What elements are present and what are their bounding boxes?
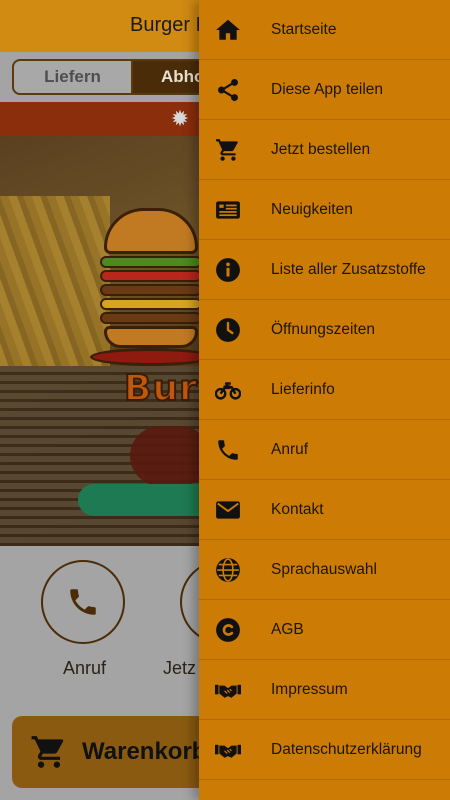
drawer-item-label: Impressum xyxy=(271,680,348,698)
drawer-item-opening-hours[interactable]: Öffnungszeiten xyxy=(199,300,450,360)
drawer-item-startseite[interactable]: Startseite xyxy=(199,0,450,60)
drawer-item-additives[interactable]: Liste aller Zusatzstoffe xyxy=(199,240,450,300)
phone-icon xyxy=(66,585,100,619)
envelope-icon xyxy=(215,497,241,523)
drawer-item-order-now[interactable]: Jetzt bestellen xyxy=(199,120,450,180)
burger-logo-icon xyxy=(90,198,212,368)
motorcycle-icon xyxy=(215,377,241,403)
drawer-item-label: Datenschutzerklärung xyxy=(271,740,422,758)
call-label: Anruf xyxy=(63,658,107,678)
navigation-drawer: Startseite Diese App teilen Jetzt bestel… xyxy=(199,0,450,800)
phone-icon xyxy=(215,437,241,463)
drawer-item-label: Jetzt bestellen xyxy=(271,140,371,158)
share-icon xyxy=(215,77,241,103)
drawer-item-call[interactable]: Anruf xyxy=(199,420,450,480)
delivery-tab[interactable]: Liefern xyxy=(12,59,133,95)
clock-icon xyxy=(215,317,241,343)
cart-label: Warenkorb xyxy=(82,738,207,765)
home-icon xyxy=(215,17,241,43)
info-icon xyxy=(215,257,241,283)
globe-icon xyxy=(215,557,241,583)
drawer-item-share[interactable]: Diese App teilen xyxy=(199,60,450,120)
drawer-item-agb[interactable]: AGB xyxy=(199,600,450,660)
drawer-item-label: Liste aller Zusatzstoffe xyxy=(271,260,426,278)
logo-text: Bur xyxy=(123,367,198,410)
drawer-item-imprint[interactable]: Impressum xyxy=(199,660,450,720)
drawer-item-contact[interactable]: Kontakt xyxy=(199,480,450,540)
drawer-item-language[interactable]: Sprachauswahl xyxy=(199,540,450,600)
drawer-item-privacy[interactable]: Datenschutzerklärung xyxy=(199,720,450,780)
news-icon xyxy=(215,197,241,223)
drawer-item-label: Sprachauswahl xyxy=(271,560,377,578)
drawer-item-delivery-info[interactable]: Lieferinfo xyxy=(199,360,450,420)
drawer-item-label: AGB xyxy=(271,620,304,638)
badge-icon: ✹ xyxy=(170,106,190,131)
drawer-item-label: Anruf xyxy=(271,440,309,458)
order-now-label: Jetz xyxy=(163,658,197,678)
drawer-item-label: Lieferinfo xyxy=(271,380,335,398)
handshake-icon xyxy=(215,677,241,703)
copyright-icon xyxy=(215,617,241,643)
drawer-item-news[interactable]: Neuigkeiten xyxy=(199,180,450,240)
fries-image xyxy=(0,196,110,366)
cart-icon xyxy=(30,733,68,771)
drawer-item-label: Diese App teilen xyxy=(271,80,384,98)
call-button[interactable] xyxy=(41,560,125,644)
app-title: Burger B xyxy=(130,14,209,36)
drawer-item-label: Öffnungszeiten xyxy=(271,320,375,338)
cart-icon xyxy=(215,137,241,163)
handshake-icon xyxy=(215,737,241,763)
meat-image xyxy=(130,426,210,486)
drawer-item-label: Kontakt xyxy=(271,500,324,518)
drawer-item-label: Startseite xyxy=(271,20,337,38)
drawer-item-label: Neuigkeiten xyxy=(271,200,353,218)
